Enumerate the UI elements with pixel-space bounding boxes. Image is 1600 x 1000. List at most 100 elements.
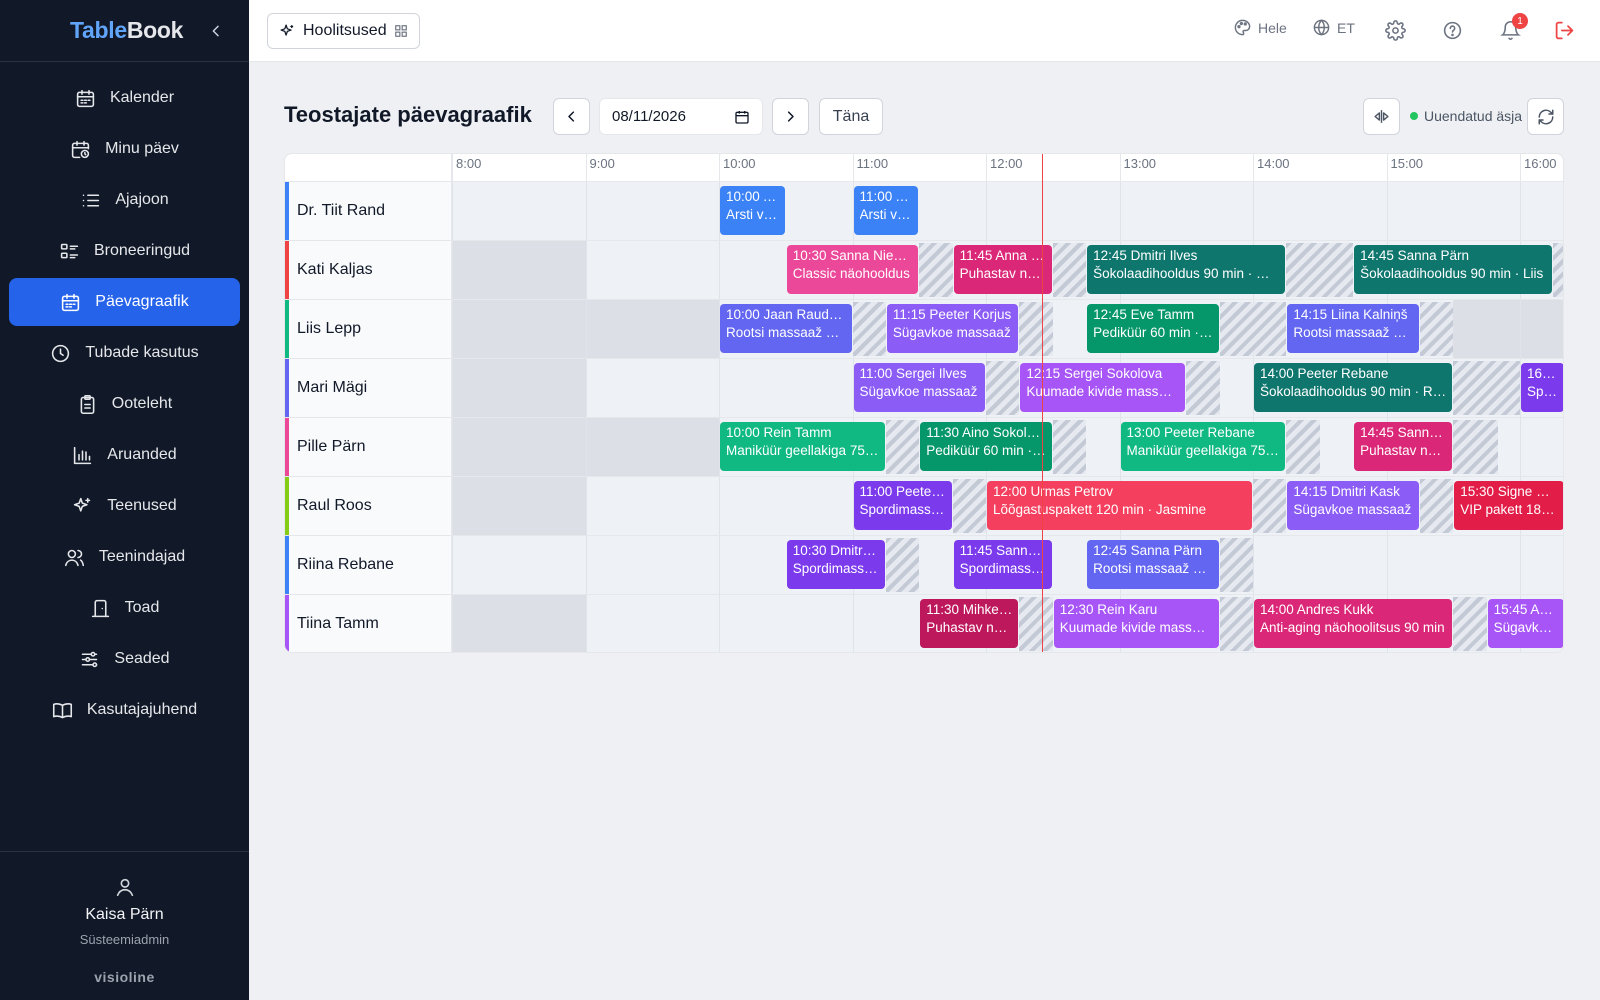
date-picker[interactable]: 08/11/2026 bbox=[599, 98, 763, 135]
staff-row: Raul Roos11:00 Peeter KaskSpordimassaaž1… bbox=[285, 477, 1563, 536]
book-icon bbox=[52, 702, 72, 718]
appointment-service: Pediküür 60 min · Kati bbox=[926, 443, 1046, 458]
hour-gridline bbox=[452, 300, 453, 358]
staff-name[interactable]: Dr. Tiit Rand bbox=[285, 182, 452, 240]
appointment-block[interactable]: 10:30 Dmitri Ilves Spordimassaaž bbox=[786, 540, 885, 589]
sidebar-item-seaded[interactable]: Seaded bbox=[9, 635, 240, 683]
appointment-block[interactable]: 14:15 Liina Kalniņš Rootsi massaaž 60 min bbox=[1287, 304, 1419, 353]
sidebar-item-teenindajad[interactable]: Teenindajad bbox=[9, 533, 240, 581]
appointment-block[interactable]: 16:00 Sergei Spordimassaaž bbox=[1521, 363, 1563, 412]
hour-gridline bbox=[1253, 182, 1254, 240]
appointment-block[interactable]: 14:00 Peeter Rebane Šokolaadihooldus 90 m… bbox=[1254, 363, 1453, 412]
buffer-block bbox=[885, 538, 920, 592]
logout-button[interactable] bbox=[1554, 20, 1575, 41]
appointment-service: Rootsi massaaž 60 min bbox=[1093, 561, 1213, 576]
appointment-block[interactable]: 10:00 Rein Tamm Maniküür geellakiga 75 mi… bbox=[720, 422, 885, 471]
app-logo[interactable]: TableBook bbox=[70, 17, 183, 44]
buffer-block bbox=[952, 479, 986, 533]
timeline-lane[interactable]: 10:30 Sanna Nieminen Classic näohooldus 11… bbox=[452, 241, 1563, 299]
appointment-block[interactable]: 11:30 Aino Sokolova Pediküür 60 min · Kat… bbox=[920, 422, 1052, 471]
language-switcher[interactable]: ET bbox=[1312, 18, 1355, 37]
sidebar-item-ajajoon[interactable]: Ajajoon bbox=[9, 176, 240, 224]
appointment-title: 11:45 Sanna Kask bbox=[959, 543, 1046, 558]
staff-name[interactable]: Pille Pärn bbox=[285, 418, 452, 476]
appointment-title: 10:00 Rein Tamm bbox=[726, 425, 832, 440]
appointment-block[interactable]: 10:00 Arsti visiit Arsti vastuvõtt bbox=[720, 186, 785, 235]
appointment-block[interactable]: 12:45 Dmitri Ilves Šokolaadihooldus 90 mi… bbox=[1087, 245, 1286, 294]
appointment-block[interactable]: 12:15 Sergei Sokolova Kuumade kivide mass… bbox=[1020, 363, 1186, 412]
split-view-button[interactable] bbox=[1363, 98, 1400, 135]
timeline-lane[interactable]: 11:30 Mihkel Kask Puhastav näohooldus 12:3… bbox=[452, 595, 1563, 652]
appointment-block[interactable]: 15:30 Signe Vaher VIP pakett 180 min bbox=[1454, 481, 1563, 530]
sidebar-item-toad[interactable]: Toad bbox=[9, 584, 240, 632]
refresh-button[interactable] bbox=[1527, 98, 1564, 135]
prev-day-button[interactable] bbox=[553, 98, 590, 135]
hour-gridline bbox=[585, 182, 587, 240]
sidebar-item-kasutajajuhend[interactable]: Kasutajajuhend bbox=[9, 686, 240, 734]
appointment-block[interactable]: 14:45 Sanna Kask Puhastav näohooldus bbox=[1354, 422, 1453, 471]
sidebar-item-aruanded[interactable]: Aruanded bbox=[9, 431, 240, 479]
appointment-block[interactable]: 11:00 Arsti visiit Arsti vastuvõtt bbox=[853, 186, 919, 235]
buffer-block bbox=[1219, 538, 1253, 592]
timeline-lane[interactable]: 11:00 Peeter Kask Spordimassaaž 12:00 Urma… bbox=[452, 477, 1563, 535]
staff-name[interactable]: Kati Kaljas bbox=[285, 241, 452, 299]
next-day-button[interactable] bbox=[772, 98, 809, 135]
workspace-switcher[interactable]: Hoolitsused bbox=[267, 13, 420, 49]
appointment-block[interactable]: 11:15 Peeter Korjus Sügavkoe massaaž bbox=[886, 304, 1019, 353]
timeline-lane[interactable]: 10:00 Rein Tamm Maniküür geellakiga 75 mi… bbox=[452, 418, 1563, 476]
collapse-sidebar-button[interactable] bbox=[205, 20, 227, 42]
time-tick: 8:00 bbox=[452, 154, 481, 181]
appointment-block[interactable]: 12:00 Urmas Petrov Lõõgastuspakett 120 mi… bbox=[987, 481, 1252, 530]
staff-name[interactable]: Mari Mägi bbox=[285, 359, 452, 417]
hour-gridline bbox=[585, 418, 587, 476]
appointment-block[interactable]: 14:00 Andres Kukk Anti-aging näohoolitsus… bbox=[1254, 599, 1453, 648]
notifications-button[interactable]: 1 bbox=[1500, 13, 1528, 41]
appointment-block[interactable]: 11:45 Sanna Kask Spordimassaaž bbox=[953, 540, 1052, 589]
hour-gridline bbox=[452, 536, 453, 594]
sidebar-item-ooteleht[interactable]: Ooteleht bbox=[9, 380, 240, 428]
today-button[interactable]: Täna bbox=[819, 98, 883, 135]
appointment-block[interactable]: 11:00 Sergei Ilves Sügavkoe massaaž bbox=[853, 363, 985, 412]
timeline-lane[interactable]: 11:00 Sergei Ilves Sügavkoe massaaž 12:15 … bbox=[452, 359, 1563, 417]
staff-schedule-grid: 8:00 9:00 10:00 11:00 12:00 13:00 14:00 15:00 16… bbox=[284, 153, 1564, 653]
appointment-block[interactable]: 14:15 Dmitri Kask Sügavkoe massaaž bbox=[1287, 481, 1419, 530]
appointment-block[interactable]: 12:45 Eve Tamm Pediküür 60 min · Kati bbox=[1087, 304, 1219, 353]
hour-gridline bbox=[585, 536, 587, 594]
sidebar-item-broneeringud[interactable]: Broneeringud bbox=[9, 227, 240, 275]
staff-color-bar bbox=[285, 595, 289, 652]
sidebar-item-teenused[interactable]: Teenused bbox=[9, 482, 240, 530]
settings-button[interactable] bbox=[1385, 20, 1406, 41]
appointment-block[interactable]: 11:00 Peeter Kask Spordimassaaž bbox=[853, 481, 952, 530]
appointment-block[interactable]: 11:30 Mihkel Kask Puhastav näohooldus bbox=[920, 599, 1019, 648]
staff-row: Dr. Tiit Rand 10:00 Arsti visiit Arsti vas… bbox=[285, 182, 1563, 241]
appointment-block[interactable]: 10:00 Jaan Raudsepp Rootsi massaaž 60 min bbox=[720, 304, 852, 353]
staff-name[interactable]: Raul Roos bbox=[285, 477, 452, 535]
sidebar-item-minu-päev[interactable]: Minu päev bbox=[9, 125, 240, 173]
appointment-block[interactable]: 12:30 Rein Karu Kuumade kivide massaaž bbox=[1053, 599, 1219, 648]
sidebar-item-tubade-kasutus[interactable]: Tubade kasutus bbox=[9, 329, 240, 377]
appointment-block[interactable]: 10:30 Sanna Nieminen Classic näohooldus bbox=[786, 245, 919, 294]
staff-name[interactable]: Tiina Tamm bbox=[285, 595, 452, 652]
help-button[interactable] bbox=[1442, 20, 1463, 41]
appointment-block[interactable]: 15:45 Anneli Sügavkoe massaaž bbox=[1487, 599, 1563, 648]
appointment-block[interactable]: 11:45 Anna Kask Puhastav näohooldus bbox=[953, 245, 1052, 294]
sidebar-item-päevagraafik[interactable]: Päevagraafik bbox=[9, 278, 240, 326]
appointment-service: Spordimassaaž bbox=[1527, 384, 1558, 399]
staff-name[interactable]: Liis Lepp bbox=[285, 300, 452, 358]
timeline-lane[interactable]: 10:30 Dmitri IlvesSpordimassaaž 11:45 San… bbox=[452, 536, 1563, 594]
appointment-service: Sügavkoe massaaž bbox=[1493, 620, 1558, 635]
buffer-block bbox=[919, 243, 953, 297]
appointment-block[interactable]: 14:45 Sanna Pärn Šokolaadihooldus 90 min … bbox=[1354, 245, 1553, 294]
unavailable-block bbox=[452, 477, 586, 535]
hour-gridline bbox=[585, 359, 587, 417]
hour-gridline bbox=[1386, 536, 1388, 594]
staff-name[interactable]: Riina Rebane bbox=[285, 536, 452, 594]
sidebar-item-kalender[interactable]: Kalender bbox=[9, 74, 240, 122]
appointment-block[interactable]: 13:00 Peeter Rebane Maniküür geellakiga 7… bbox=[1120, 422, 1286, 471]
timeline-lane[interactable]: 10:00 Arsti visiitArsti vastuvõtt 11:00 A… bbox=[452, 182, 1563, 240]
timeline-lane[interactable]: 10:00 Jaan Raudsepp Rootsi massaaž 60 min… bbox=[452, 300, 1563, 358]
theme-toggle[interactable]: Hele bbox=[1233, 18, 1287, 37]
appointment-block[interactable]: 12:45 Sanna Pärn Rootsi massaaž 60 min bbox=[1087, 540, 1219, 589]
status-dot bbox=[1410, 112, 1418, 120]
user-icon bbox=[116, 878, 134, 897]
